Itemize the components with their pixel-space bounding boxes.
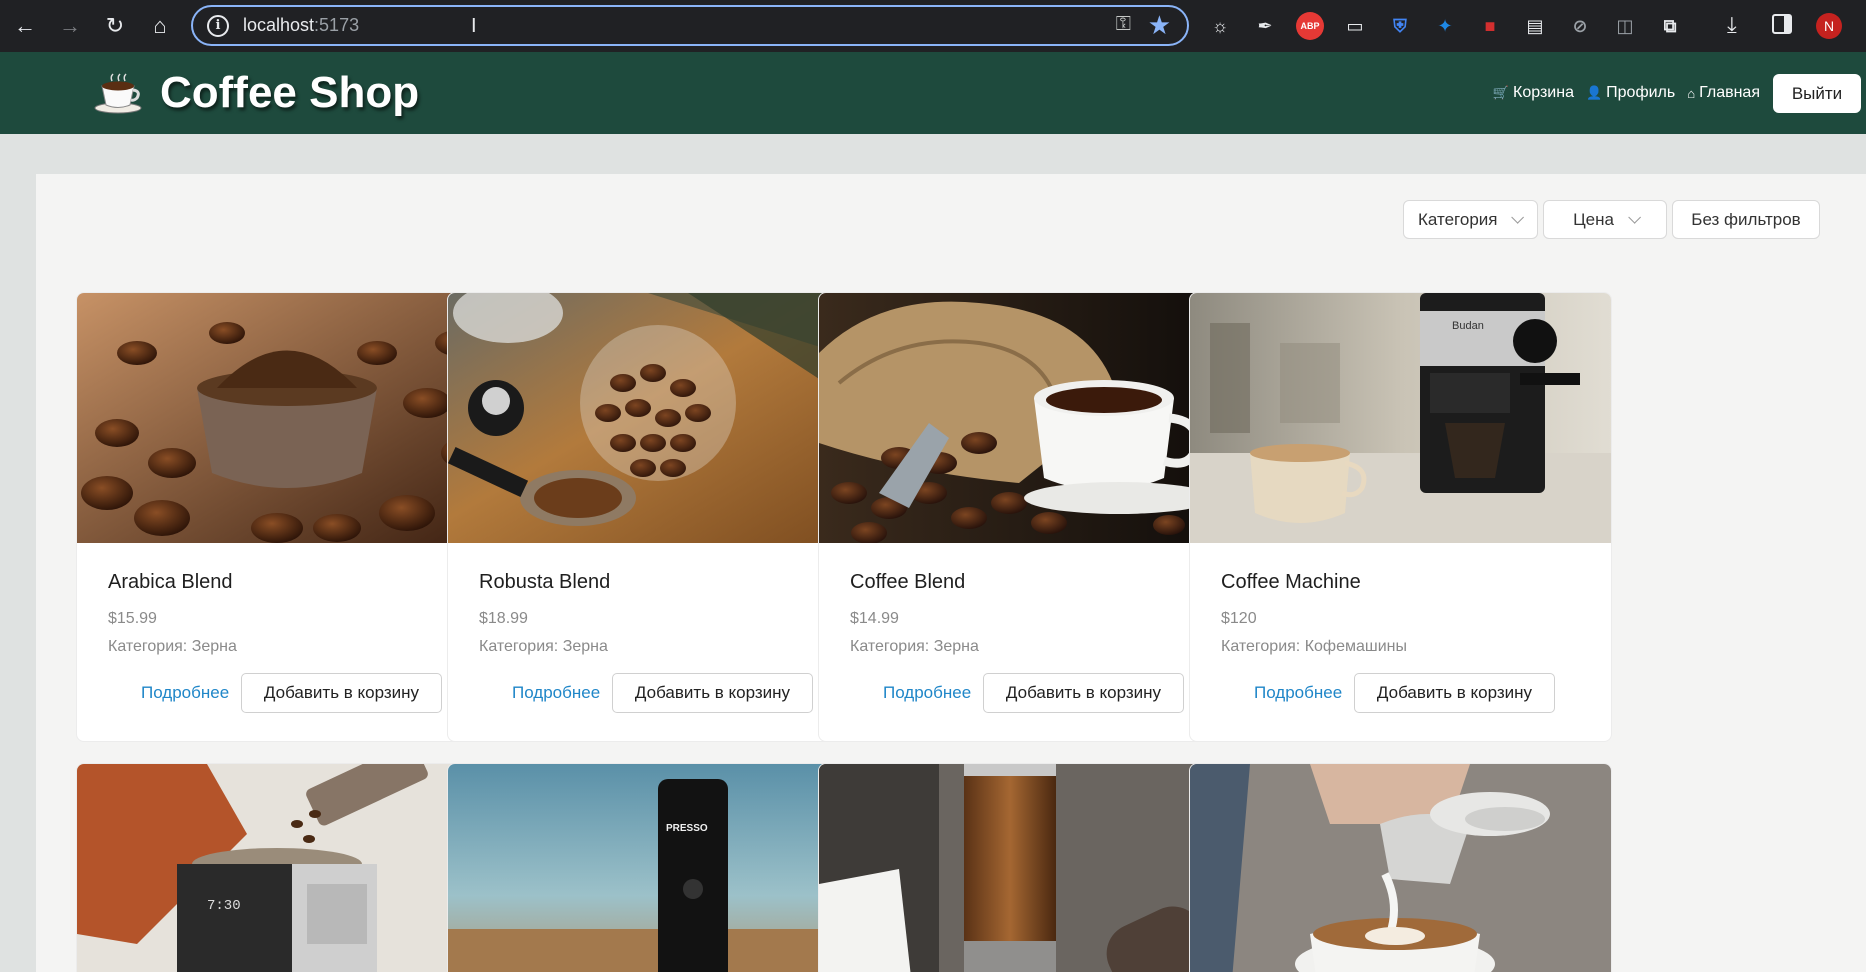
- filter-bar: Категория Цена Без фильтров: [1403, 200, 1820, 239]
- profile-avatar[interactable]: N: [1816, 13, 1842, 39]
- product-image-machine[interactable]: Budan: [1190, 293, 1611, 543]
- block-extension-icon[interactable]: ◫: [1611, 12, 1639, 40]
- details-link[interactable]: Подробнее: [512, 683, 600, 703]
- price-filter-select[interactable]: Цена: [1543, 200, 1667, 239]
- product-image-arabica[interactable]: [77, 293, 498, 543]
- user-icon: 👤: [1585, 85, 1603, 100]
- product-card: Budan Coffee Machine $120 Категория: Коф…: [1189, 292, 1612, 742]
- nav-cart-link[interactable]: 🛒 Корзина: [1493, 84, 1574, 102]
- product-category: Категория: Зерна: [850, 638, 979, 655]
- logout-button[interactable]: Выйти: [1773, 74, 1861, 113]
- compass-extension-icon[interactable]: ⊘: [1566, 12, 1594, 40]
- product-category: Категория: Зерна: [108, 638, 237, 655]
- product-card: Robusta Blend $18.99 Категория: Зерна По…: [447, 292, 870, 742]
- product-name[interactable]: Arabica Blend: [108, 571, 233, 594]
- back-icon[interactable]: ←: [5, 6, 45, 46]
- product-card: Arabica Blend $15.99 Категория: Зерна По…: [76, 292, 499, 742]
- details-link[interactable]: Подробнее: [1254, 683, 1342, 703]
- product-card: [1189, 763, 1612, 972]
- details-link[interactable]: Подробнее: [141, 683, 229, 703]
- product-info: Robusta Blend $18.99 Категория: Зерна По…: [448, 543, 869, 741]
- add-to-cart-button[interactable]: Добавить в корзину: [983, 673, 1184, 713]
- header-nav: 🛒 Корзина 👤 Профиль ⌂ Главная: [1493, 84, 1760, 102]
- puzzle-extension-icon[interactable]: ⧉: [1656, 12, 1684, 40]
- home-button-icon[interactable]: ⌂: [140, 6, 180, 46]
- product-price: $120: [1221, 610, 1257, 627]
- browser-toolbar: ← → ↻ ⌂ i localhost:5173 I ⚿ ★ ☼ ✒ ABP ▭ ⛨ ✦ ■…: [0, 0, 1866, 52]
- add-to-cart-button[interactable]: Добавить в корзину: [241, 673, 442, 713]
- product-image-robusta[interactable]: [448, 293, 869, 543]
- product-image-electric-grinder[interactable]: PRESSO: [448, 764, 869, 972]
- product-category: Категория: Кофемашины: [1221, 638, 1407, 655]
- shield-extension-icon[interactable]: ⛨: [1386, 12, 1414, 40]
- nav-profile-link[interactable]: 👤 Профиль: [1586, 84, 1675, 102]
- site-title[interactable]: Coffee Shop: [160, 68, 419, 118]
- reload-icon[interactable]: ↻: [95, 6, 135, 46]
- side-panel-icon[interactable]: [1772, 14, 1792, 34]
- chevron-down-icon: [1511, 211, 1525, 224]
- site-header: Coffee Shop 🛒 Корзина 👤 Профиль ⌂ Главная В…: [0, 52, 1866, 134]
- product-card: 7:30: [76, 763, 499, 972]
- product-image-blend[interactable]: [819, 293, 1240, 543]
- address-bar[interactable]: i localhost:5173 I ⚿ ★: [191, 5, 1189, 46]
- product-price: $14.99: [850, 610, 899, 627]
- clipboard-extension-icon[interactable]: ▭: [1341, 12, 1369, 40]
- product-name[interactable]: Coffee Machine: [1221, 571, 1361, 594]
- add-to-cart-button[interactable]: Добавить в корзину: [612, 673, 813, 713]
- bookmark-star-icon[interactable]: ★: [1148, 10, 1171, 41]
- catalog-panel: Категория Цена Без фильтров Arabica Blen…: [36, 174, 1866, 972]
- product-card: PRESSO: [447, 763, 870, 972]
- product-category: Категория: Зерна: [479, 638, 608, 655]
- home-icon: ⌂: [1687, 85, 1696, 101]
- site-info-icon[interactable]: i: [207, 14, 229, 37]
- text-cursor-icon: I: [471, 15, 477, 37]
- product-card: [818, 763, 1241, 972]
- product-price: $15.99: [108, 610, 157, 627]
- grinder-brand-text: PRESSO: [666, 823, 708, 834]
- url-text[interactable]: localhost:5173: [243, 15, 359, 36]
- product-name[interactable]: Coffee Blend: [850, 571, 965, 594]
- download-icon[interactable]: ⤓: [1727, 12, 1737, 38]
- product-info: Coffee Machine $120 Категория: Кофемашин…: [1190, 543, 1611, 741]
- product-info: Coffee Blend $14.99 Категория: Зерна Под…: [819, 543, 1240, 741]
- category-filter-select[interactable]: Категория: [1403, 200, 1538, 239]
- record-extension-icon[interactable]: ■: [1476, 12, 1504, 40]
- layout-extension-icon[interactable]: ▤: [1521, 12, 1549, 40]
- machine-display-text: 7:30: [207, 898, 241, 914]
- product-price: $18.99: [479, 610, 528, 627]
- machine-brand-text: Budan: [1452, 320, 1484, 332]
- add-to-cart-button[interactable]: Добавить в корзину: [1354, 673, 1555, 713]
- details-link[interactable]: Подробнее: [883, 683, 971, 703]
- bird-extension-icon[interactable]: ✦: [1431, 12, 1459, 40]
- pen-extension-icon[interactable]: ✒: [1251, 12, 1279, 40]
- product-image-latte-art[interactable]: [1190, 764, 1611, 972]
- product-card: Coffee Blend $14.99 Категория: Зерна Под…: [818, 292, 1241, 742]
- adblock-extension-icon[interactable]: ABP: [1296, 12, 1324, 40]
- chevron-down-icon: [1628, 211, 1641, 224]
- product-image-grinder-machine[interactable]: 7:30: [77, 764, 498, 972]
- cart-icon: 🛒: [1492, 85, 1510, 100]
- extensions-bar: ☼ ✒ ABP ▭ ⛨ ✦ ■ ▤ ⊘ ◫ ⧉: [1206, 10, 1701, 42]
- product-name[interactable]: Robusta Blend: [479, 571, 610, 594]
- forward-icon[interactable]: →: [50, 6, 90, 46]
- sun-extension-icon[interactable]: ☼: [1206, 12, 1234, 40]
- product-image-wooden-grinder[interactable]: [819, 764, 1240, 972]
- coffee-cup-logo-icon: [94, 73, 142, 114]
- product-info: Arabica Blend $15.99 Категория: Зерна По…: [77, 543, 498, 741]
- reset-filters-button[interactable]: Без фильтров: [1672, 200, 1820, 239]
- key-icon[interactable]: ⚿: [1116, 13, 1131, 36]
- nav-home-link[interactable]: ⌂ Главная: [1687, 84, 1760, 102]
